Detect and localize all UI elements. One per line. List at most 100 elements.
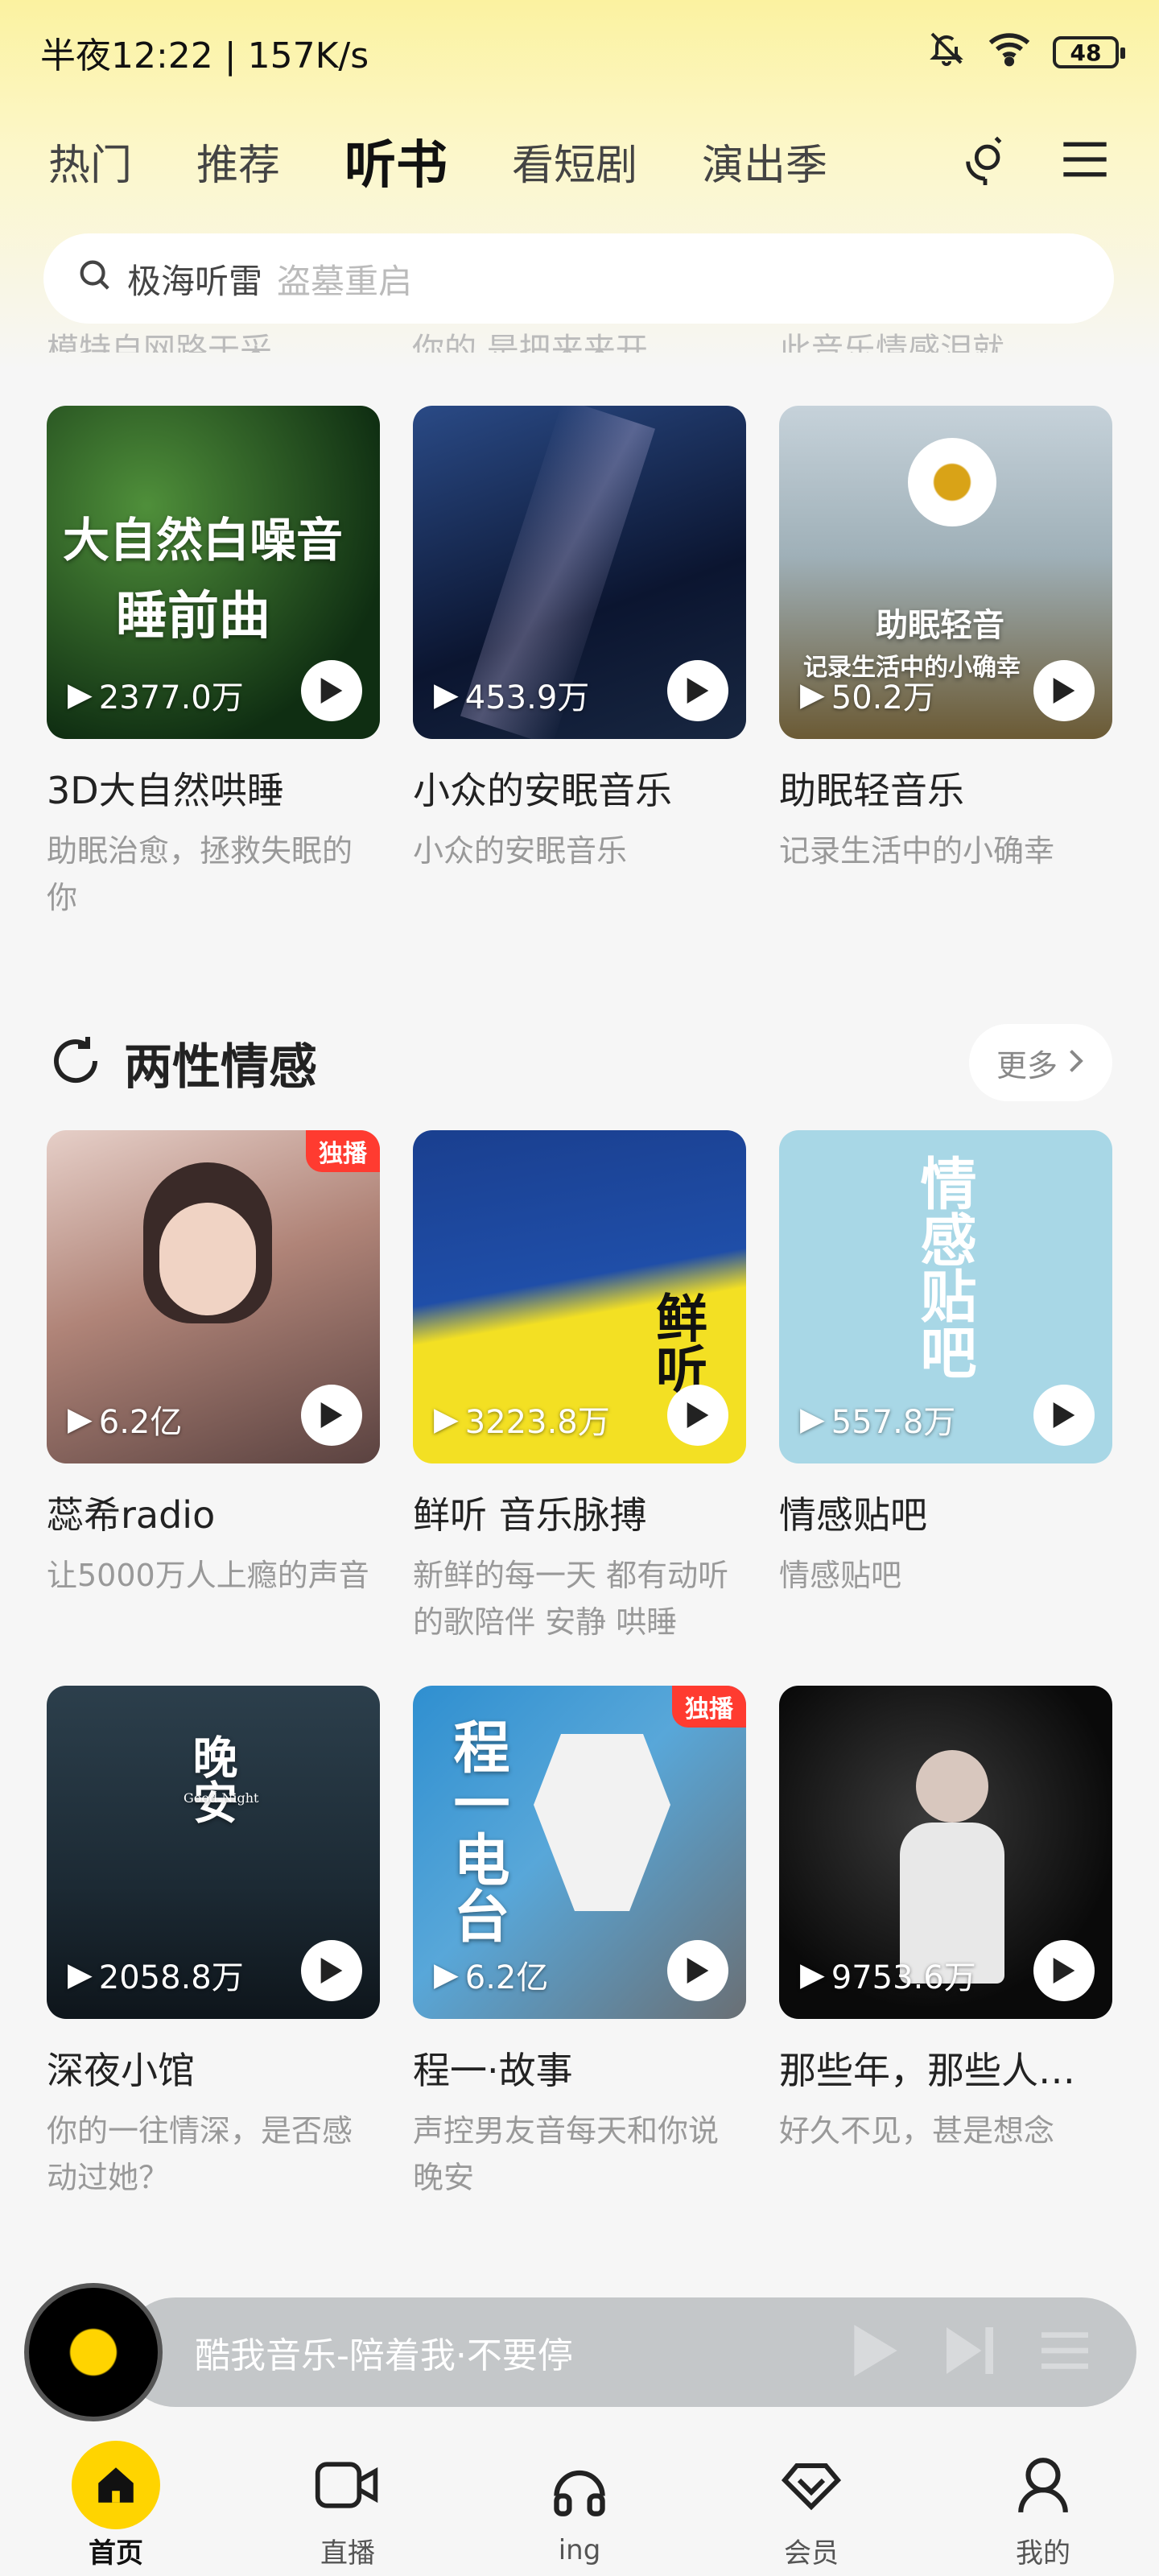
- nav-label: 首页: [89, 2537, 143, 2570]
- mini-player[interactable]: 酷我音乐-陪着我·不要停: [24, 2283, 1136, 2421]
- card-thumbnail: 大自然白噪音 睡前曲 ▶ 2377.0万: [47, 406, 380, 739]
- card-niche-sleep[interactable]: ▶ 453.9万 小众的安眠音乐 小众的安眠音乐: [413, 406, 746, 921]
- play-count: ▶ 557.8万: [800, 1396, 955, 1443]
- nav-profile[interactable]: 我的: [963, 2441, 1124, 2570]
- album-disc-icon[interactable]: [24, 2283, 163, 2421]
- card-emotion-bar[interactable]: 情感贴吧 ▶ 557.8万 情感贴吧 情感贴吧: [779, 1130, 1112, 1645]
- sleep-music-row: 大自然白噪音 睡前曲 ▶ 2377.0万 3D大自然哄睡 助眠治愈，拯救失眠的你 …: [47, 406, 1112, 921]
- card-title: 鲜听 音乐脉搏: [413, 1493, 647, 1537]
- card-title: 小众的安眠音乐: [413, 769, 672, 812]
- play-button[interactable]: [667, 660, 728, 721]
- nav-label: 直播: [320, 2537, 375, 2570]
- bottom-navigation: 首页 直播 ing 会员 我的: [0, 2434, 1159, 2576]
- more-button[interactable]: 更多: [968, 1024, 1112, 1101]
- emotion-row-1: 独播 ▶ 6.2亿 蕊希radio 让5000万人上瘾的声音 鲜听 ▶ 3223.8…: [47, 1130, 1112, 1645]
- card-thumbnail: 晚安 Good Night ▶ 2058.8万: [47, 1686, 380, 2019]
- thumb-caption: 晚安: [185, 1734, 238, 1824]
- play-count-value: 6.2亿: [464, 1959, 549, 1996]
- status-bar: 半夜12:22 | 157K/s 48: [0, 0, 1159, 105]
- card-subtitle: 情感贴吧: [779, 1558, 902, 1593]
- play-triangle-icon: ▶: [68, 676, 93, 713]
- play-button[interactable]: [667, 1940, 728, 2001]
- card-subtitle: 记录生活中的小确幸: [779, 833, 1055, 869]
- exclusive-badge: 独播: [306, 1130, 380, 1172]
- card-subtitle: 好久不见，甚是想念: [779, 2113, 1055, 2149]
- card-chengyi-story[interactable]: 程一电台 独播 ▶ 6.2亿 程一·故事 声控男友音每天和你说晚安: [413, 1686, 746, 2201]
- menu-icon[interactable]: [1059, 135, 1111, 187]
- thumb-caption: 大自然白噪音: [63, 513, 344, 568]
- nav-vip[interactable]: 会员: [731, 2441, 892, 2570]
- play-count: ▶ 50.2万: [800, 671, 935, 718]
- play-button[interactable]: [667, 1385, 728, 1446]
- card-title: 程一·故事: [413, 2049, 573, 2092]
- vip-icon: [767, 2441, 856, 2529]
- card-title: 蕊希radio: [47, 1493, 216, 1537]
- nav-label: 会员: [784, 2537, 839, 2570]
- more-label: 更多: [996, 1047, 1058, 1084]
- card-thumbnail: 鲜听 ▶ 3223.8万: [413, 1130, 746, 1463]
- next-track-icon[interactable]: [947, 2325, 993, 2380]
- play-button[interactable]: [1033, 1940, 1095, 2001]
- play-triangle-icon: ▶: [800, 1956, 825, 1993]
- tab-recommend[interactable]: 推荐: [196, 131, 280, 192]
- play-triangle-icon: ▶: [434, 676, 459, 713]
- video-icon: [303, 2441, 392, 2529]
- card-subtitle: 你的一往情深，是否感动过她？: [47, 2113, 353, 2195]
- play-count-value: 9753.6万: [831, 1959, 976, 1996]
- card-thumbnail: ▶ 453.9万: [413, 406, 746, 739]
- card-xianting[interactable]: 鲜听 ▶ 3223.8万 鲜听 音乐脉搏 新鲜的每一天 都有动听的歌陪伴 安静 哄…: [413, 1130, 746, 1645]
- nav-label: 我的: [1016, 2537, 1070, 2570]
- play-icon: [687, 678, 709, 704]
- profile-icon: [999, 2441, 1087, 2529]
- play-button[interactable]: [1033, 1385, 1095, 1446]
- card-title: 情感贴吧: [779, 1493, 927, 1537]
- play-triangle-icon: ▶: [800, 1401, 825, 1438]
- top-tab-bar: 热门 推荐 听书 看短剧 演出季: [0, 113, 1159, 209]
- faded-text-line: 模特自网路于采: [47, 332, 272, 353]
- play-count: ▶ 3223.8万: [434, 1396, 610, 1443]
- status-time: 半夜12:22 | 157K/s: [40, 35, 369, 76]
- search-bar[interactable]: 极海听雷 盗墓重启: [43, 233, 1114, 324]
- play-button[interactable]: [301, 1385, 362, 1446]
- nav-home[interactable]: 首页: [35, 2440, 196, 2570]
- play-triangle-icon: ▶: [68, 1401, 93, 1438]
- play-count: ▶ 2058.8万: [68, 1951, 244, 1998]
- battery-level: 48: [1070, 39, 1102, 66]
- wifi-icon: [987, 29, 1032, 76]
- tab-show-season[interactable]: 演出季: [702, 131, 827, 192]
- play-icon[interactable]: [853, 2325, 898, 2380]
- battery-indicator: 48: [1053, 36, 1125, 68]
- refresh-icon[interactable]: [47, 1032, 105, 1093]
- mute-bell-icon: [927, 29, 966, 76]
- card-title: 助眠轻音乐: [779, 769, 964, 812]
- nav-ing[interactable]: ing: [499, 2444, 660, 2566]
- card-late-night[interactable]: 晚安 Good Night ▶ 2058.8万 深夜小馆 你的一往情深，是否感动过…: [47, 1686, 380, 2201]
- voice-search-icon[interactable]: [959, 131, 1011, 191]
- card-light-music[interactable]: 助眠轻音 记录生活中的小确幸 ▶ 50.2万 助眠轻音乐 记录生活中的小确幸: [779, 406, 1112, 921]
- nav-live[interactable]: 直播: [267, 2441, 428, 2570]
- daisy-art: [908, 438, 996, 526]
- section-title: 两性情感: [124, 1038, 317, 1096]
- card-those-years[interactable]: ▶ 9753.6万 那些年，那些人… 好久不见，甚是想念: [779, 1686, 1112, 2201]
- play-count-value: 2058.8万: [98, 1959, 244, 1996]
- play-count-value: 50.2万: [831, 679, 935, 716]
- play-icon: [320, 678, 343, 704]
- card-nature-sleep[interactable]: 大自然白噪音 睡前曲 ▶ 2377.0万 3D大自然哄睡 助眠治愈，拯救失眠的你: [47, 406, 380, 921]
- play-count-value: 2377.0万: [98, 679, 244, 716]
- play-icon: [687, 1402, 709, 1428]
- play-triangle-icon: ▶: [800, 676, 825, 713]
- tab-hot[interactable]: 热门: [48, 131, 132, 192]
- play-icon: [320, 1402, 343, 1428]
- play-button[interactable]: [301, 660, 362, 721]
- play-count: ▶ 9753.6万: [800, 1951, 976, 1998]
- card-ruixi-radio[interactable]: 独播 ▶ 6.2亿 蕊希radio 让5000万人上瘾的声音: [47, 1130, 380, 1645]
- tab-short-drama[interactable]: 看短剧: [512, 131, 637, 192]
- thumb-caption: 程一电台: [444, 1718, 511, 1943]
- tab-audiobook[interactable]: 听书: [341, 124, 452, 198]
- play-button[interactable]: [301, 1940, 362, 2001]
- faded-text-line: 此音乐情感泪就: [779, 332, 1004, 353]
- card-subtitle: 让5000万人上瘾的声音: [47, 1558, 369, 1593]
- emotion-row-2: 晚安 Good Night ▶ 2058.8万 深夜小馆 你的一往情深，是否感动过…: [47, 1686, 1112, 2201]
- playlist-icon[interactable]: [1041, 2328, 1088, 2376]
- play-button[interactable]: [1033, 660, 1095, 721]
